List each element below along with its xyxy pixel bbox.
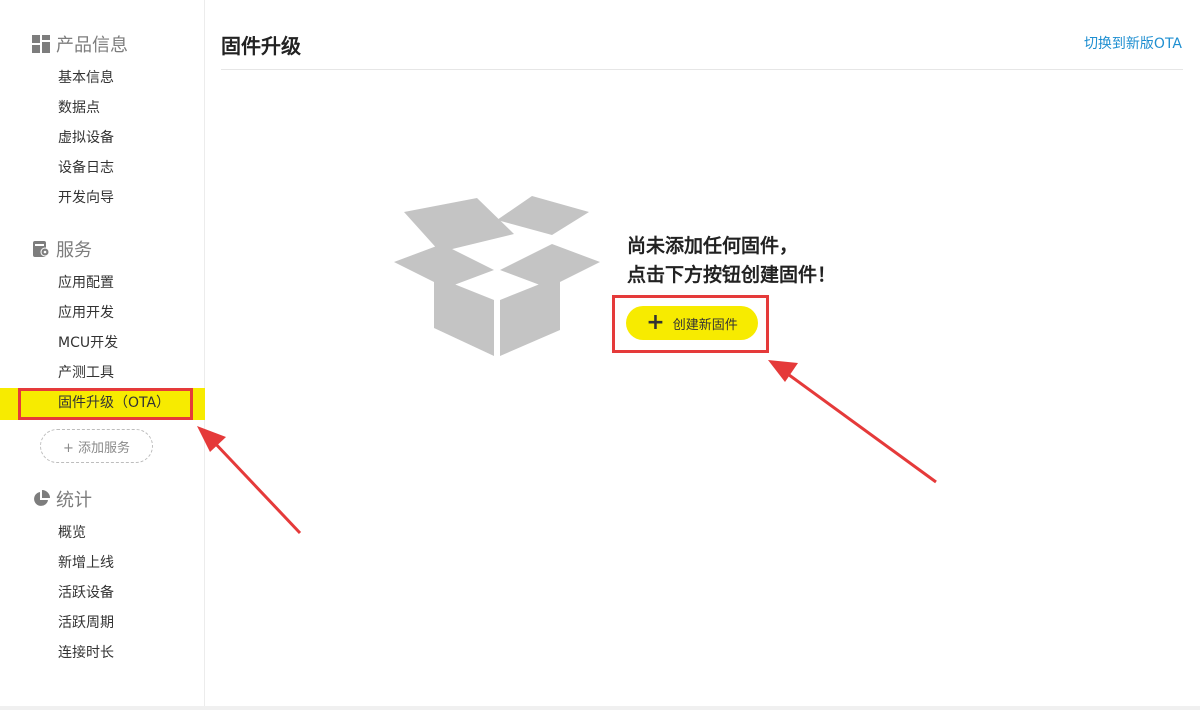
sidebar-item-new-online[interactable]: 新增上线 — [58, 553, 114, 573]
sidebar-item-datapoints[interactable]: 数据点 — [58, 98, 100, 118]
sidebar-item-dev-guide[interactable]: 开发向导 — [58, 188, 114, 208]
section-title-label: 统计 — [56, 490, 92, 511]
settings-icon — [32, 240, 50, 258]
sidebar-item-device-log[interactable]: 设备日志 — [58, 158, 114, 178]
sidebar-item-basic-info[interactable]: 基本信息 — [58, 68, 114, 88]
grid-icon — [32, 35, 50, 53]
empty-message-line1: 尚未添加任何固件， — [627, 235, 799, 257]
sidebar-item-connection-time[interactable]: 连接时长 — [58, 643, 114, 663]
empty-box-illustration — [392, 190, 602, 360]
sidebar-item-active-devices[interactable]: 活跃设备 — [58, 583, 114, 603]
sidebar-item-app-config[interactable]: 应用配置 — [58, 273, 114, 293]
section-title-label: 产品信息 — [56, 35, 128, 56]
switch-new-ota-link[interactable]: 切换到新版OTA — [1084, 33, 1182, 53]
section-statistics: 统计 — [32, 487, 92, 511]
empty-state-message: 尚未添加任何固件， 点击下方按钮创建固件！ — [627, 232, 836, 290]
section-title-label: 服务 — [56, 240, 92, 261]
header-divider — [221, 69, 1183, 70]
sidebar-item-overview[interactable]: 概览 — [58, 523, 86, 543]
pie-chart-icon — [32, 490, 50, 508]
sidebar-item-virtual-device[interactable]: 虚拟设备 — [58, 128, 114, 148]
section-services: 服务 — [32, 237, 92, 261]
section-product-info: 产品信息 — [32, 32, 128, 56]
bottom-border — [0, 706, 1200, 710]
add-service-button[interactable]: + 添加服务 — [40, 429, 153, 463]
sidebar-item-app-dev[interactable]: 应用开发 — [58, 303, 114, 323]
sidebar-item-production-test[interactable]: 产测工具 — [58, 363, 114, 383]
app-root: 产品信息 基本信息 数据点 虚拟设备 设备日志 开发向导 服务 应用配置 应用开… — [0, 0, 1200, 710]
page-title: 固件升级 — [221, 34, 301, 58]
sidebar: 产品信息 基本信息 数据点 虚拟设备 设备日志 开发向导 服务 应用配置 应用开… — [0, 0, 205, 710]
plus-icon: + — [646, 310, 665, 335]
sidebar-item-active-period[interactable]: 活跃周期 — [58, 613, 114, 633]
sidebar-item-ota[interactable]: 固件升级（OTA） — [58, 393, 170, 413]
create-firmware-label: 创建新固件 — [672, 317, 738, 333]
empty-message-line2: 点击下方按钮创建固件！ — [627, 264, 837, 286]
create-firmware-button[interactable]: + 创建新固件 — [626, 306, 758, 340]
sidebar-item-mcu-dev[interactable]: MCU开发 — [58, 333, 118, 353]
